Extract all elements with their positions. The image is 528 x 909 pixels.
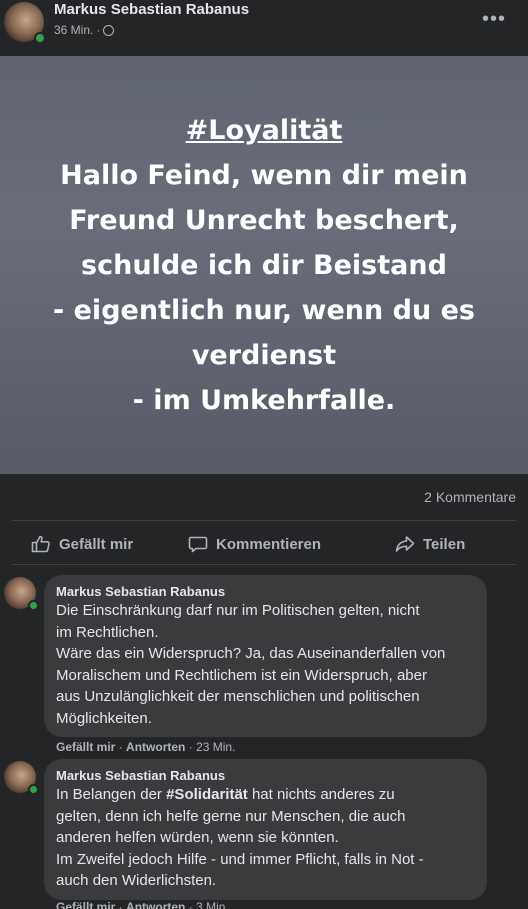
comment-meta: Gefällt mir · Antworten · 23 Min.	[56, 740, 236, 754]
comment-line: Möglichkeiten.	[56, 709, 152, 727]
globe-icon	[103, 24, 115, 36]
meta-separator: ·	[96, 23, 101, 37]
comment-label: Kommentieren	[216, 535, 322, 553]
share-icon	[395, 536, 415, 552]
image-text-line: Hallo Feind, wenn dir mein	[60, 159, 468, 191]
comment-line: Moralischem und Rechtlichem ist ein Wide…	[56, 666, 427, 684]
comment-like-link[interactable]: Gefällt mir	[56, 740, 115, 754]
comment-bubble: Markus Sebastian Rabanus In Belangen der…	[44, 759, 487, 900]
comment-line: aus Unzulänglichkeit der menschlichen un…	[56, 688, 420, 705]
comment-time[interactable]: 23 Min.	[196, 740, 235, 754]
image-text-line: schulde ich dir Beistand	[81, 249, 447, 281]
like-button[interactable]: Gefällt mir	[31, 526, 133, 562]
divider	[12, 520, 516, 521]
share-label: Teilen	[423, 535, 466, 553]
online-status-icon	[28, 784, 39, 795]
divider	[12, 564, 516, 565]
comment-author[interactable]: Markus Sebastian Rabanus	[56, 768, 475, 784]
post-header: Markus Sebastian Rabanus 36 Min. · •••	[0, 0, 528, 56]
comment-line: gelten, denn ich helfe gerne nur Mensche…	[56, 807, 406, 825]
comment-reply-link[interactable]: Antworten	[126, 740, 185, 754]
comment-icon	[188, 536, 208, 553]
comment-line: anderen helfen würden, wenn sie könnten.	[56, 829, 339, 846]
comment-count-link[interactable]: 2 Kommentare	[424, 489, 516, 505]
more-options-icon[interactable]: •••	[482, 8, 506, 31]
comment-line: auch den Widerlichsten.	[56, 872, 217, 889]
comment-text: Die Einschränkung darf nur im Politische…	[56, 600, 475, 729]
comment-like-link[interactable]: Gefällt mir	[56, 900, 115, 909]
comment-line: Wäre das ein Widerspruch? Ja, das Ausein…	[56, 645, 446, 662]
comment-line: im Rechtlichen.	[56, 623, 159, 641]
post-author-name[interactable]: Markus Sebastian Rabanus	[54, 1, 249, 18]
comment-line: Die Einschränkung darf nur im Politische…	[56, 602, 420, 619]
comment-meta: Gefällt mir · Antworten · 3 Min.	[56, 900, 229, 909]
image-hashtag: #Loyalität	[185, 114, 343, 146]
action-bar: Gefällt mir Kommentieren Teilen	[0, 526, 528, 562]
image-text-line: - im Umkehrfalle.	[132, 384, 396, 416]
commenter-avatar[interactable]	[4, 761, 39, 795]
comment-author[interactable]: Markus Sebastian Rabanus	[56, 584, 475, 600]
commenter-avatar[interactable]	[4, 577, 39, 611]
comment-bubble: Markus Sebastian Rabanus Die Einschränku…	[44, 575, 487, 737]
thumbs-up-icon	[31, 535, 50, 553]
hashtag-link[interactable]: #Solidarität	[166, 786, 248, 803]
comment-line: Im Zweifel jedoch Hilfe - und immer Pfli…	[56, 850, 424, 868]
image-text-line: - eigentlich nur, wenn du es	[53, 294, 475, 326]
like-label: Gefällt mir	[59, 535, 134, 553]
image-text-line: Freund Unrecht beschert,	[69, 204, 459, 236]
comment-reply-link[interactable]: Antworten	[126, 900, 185, 909]
author-avatar[interactable]	[4, 2, 46, 44]
comment-button[interactable]: Kommentieren	[188, 526, 321, 562]
share-button[interactable]: Teilen	[395, 526, 465, 562]
post-footer: 2 Kommentare Gefällt mir Kommentieren Te…	[0, 474, 528, 909]
comment-time[interactable]: 3 Min.	[196, 900, 229, 909]
online-status-icon	[28, 600, 39, 611]
post-image[interactable]: #Loyalität Hallo Feind, wenn dir mein Fr…	[0, 56, 528, 474]
post-meta: 36 Min. ·	[54, 23, 115, 37]
comment-line: In Belangen der #Solidarität hat nichts …	[56, 786, 395, 803]
post-time[interactable]: 36 Min.	[54, 23, 93, 37]
image-text-line: verdienst	[191, 339, 337, 371]
online-status-icon	[34, 32, 46, 44]
comment-text: In Belangen der #Solidarität hat nichts …	[56, 784, 475, 892]
